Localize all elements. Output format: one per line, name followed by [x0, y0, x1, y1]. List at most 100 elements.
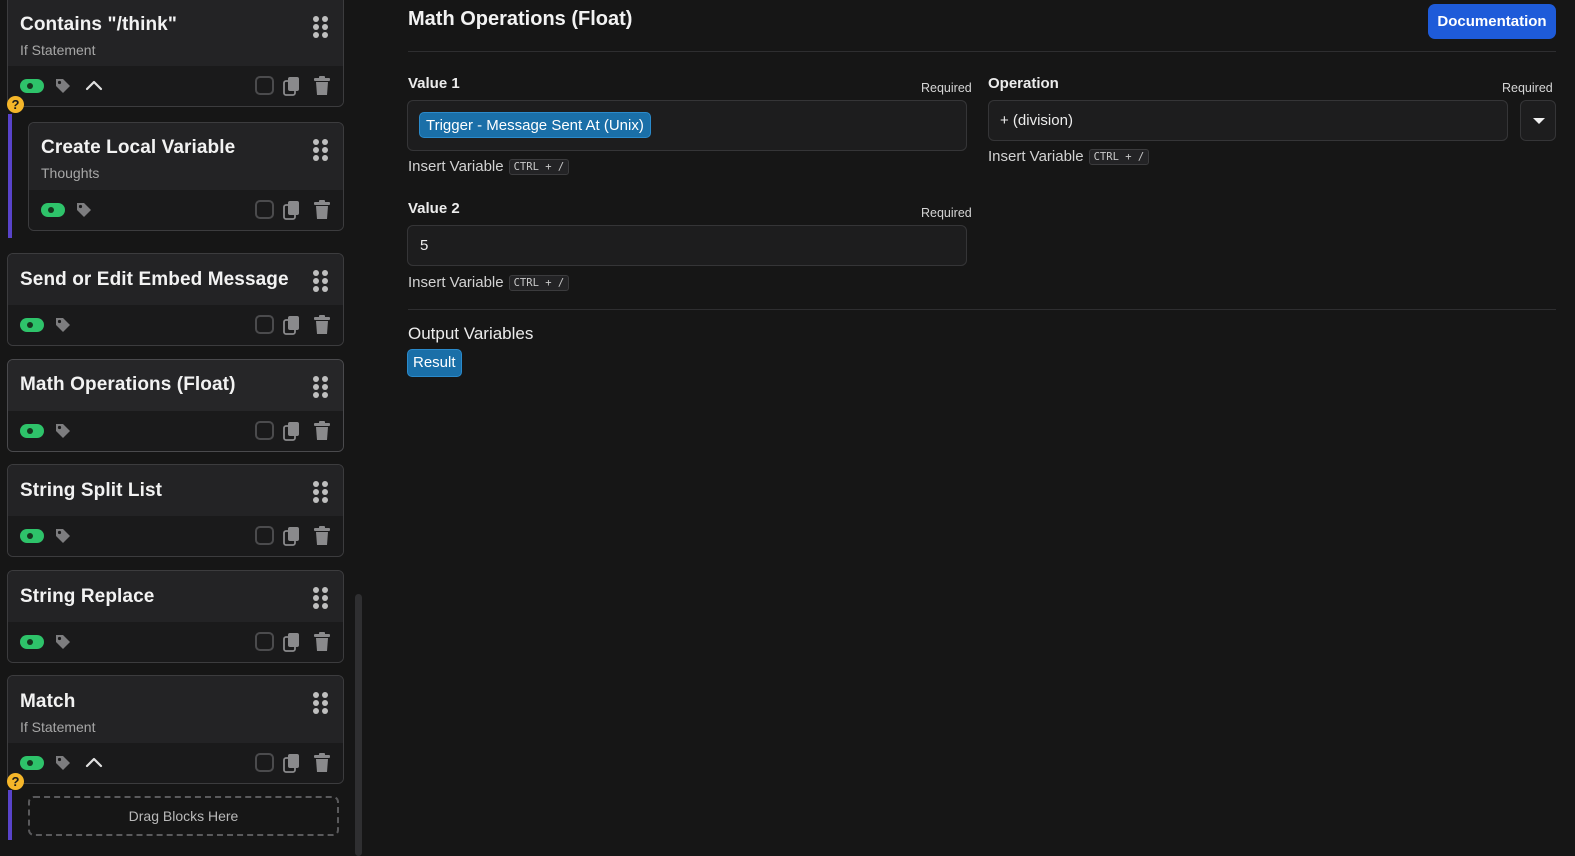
- copy-icon[interactable]: [283, 421, 301, 441]
- select-checkbox[interactable]: [255, 76, 274, 95]
- tag-icon[interactable]: [75, 201, 93, 219]
- divider: [408, 309, 1556, 310]
- page-title: Math Operations (Float): [408, 8, 633, 30]
- tag-icon[interactable]: [54, 422, 72, 440]
- value2-input[interactable]: 5: [407, 225, 967, 266]
- select-checkbox[interactable]: [255, 753, 274, 772]
- output-variables-title: Output Variables: [408, 324, 534, 343]
- enable-toggle[interactable]: [20, 318, 44, 332]
- copy-icon[interactable]: [283, 753, 301, 773]
- insert-variable-label: Insert Variable: [408, 274, 504, 291]
- block-title: String Split List: [20, 480, 163, 501]
- sidebar-scrollbar[interactable]: [355, 594, 362, 856]
- block-title: Send or Edit Embed Message: [20, 269, 289, 290]
- chevron-down-icon[interactable]: [1520, 100, 1556, 141]
- block-subtitle: Thoughts: [41, 165, 100, 181]
- enable-toggle[interactable]: [20, 635, 44, 649]
- value1-label: Value 1: [408, 75, 460, 92]
- chevron-up-icon[interactable]: [84, 753, 104, 771]
- enable-toggle[interactable]: [20, 529, 44, 543]
- select-checkbox[interactable]: [255, 632, 274, 651]
- block-string-split-list[interactable]: String Split List: [7, 464, 344, 557]
- operation-label: Operation: [988, 75, 1059, 92]
- trash-icon[interactable]: [313, 632, 331, 652]
- shortcut-badge: CTRL + /: [508, 158, 570, 175]
- operation-value: + (division): [1000, 112, 1073, 129]
- shortcut-badge: CTRL + /: [508, 274, 570, 291]
- value2-required: Required: [921, 206, 972, 220]
- block-send-embed-message[interactable]: Send or Edit Embed Message: [7, 253, 344, 346]
- divider: [408, 51, 1556, 52]
- select-checkbox[interactable]: [255, 421, 274, 440]
- block-title: String Replace: [20, 586, 155, 607]
- block-toolbar: [8, 411, 343, 451]
- block-title: Create Local Variable: [41, 137, 236, 158]
- block-subtitle: If Statement: [20, 719, 96, 735]
- output-variable-chip[interactable]: Result: [407, 349, 462, 377]
- value2-label: Value 2: [408, 200, 460, 217]
- nest-line: [8, 790, 12, 840]
- block-math-operations[interactable]: Math Operations (Float): [7, 359, 344, 452]
- tag-icon[interactable]: [54, 316, 72, 334]
- drop-zone[interactable]: Drag Blocks Here: [28, 796, 339, 836]
- enable-toggle[interactable]: [20, 79, 44, 93]
- block-toolbar: [8, 66, 343, 106]
- chevron-up-icon[interactable]: [84, 76, 104, 94]
- block-title: Match: [20, 691, 76, 712]
- enable-toggle[interactable]: [20, 756, 44, 770]
- trash-icon[interactable]: [313, 315, 331, 335]
- documentation-button[interactable]: Documentation: [1428, 4, 1556, 39]
- trash-icon[interactable]: [313, 421, 331, 441]
- trash-icon[interactable]: [313, 526, 331, 546]
- select-checkbox[interactable]: [255, 315, 274, 334]
- drag-handle-icon[interactable]: [313, 376, 329, 398]
- help-icon[interactable]: ?: [7, 96, 24, 113]
- drag-handle-icon[interactable]: [313, 16, 329, 38]
- drag-handle-icon[interactable]: [313, 270, 329, 292]
- block-contains-think[interactable]: Contains "/think" If Statement: [7, 0, 344, 107]
- block-toolbar: [8, 305, 343, 345]
- drag-handle-icon[interactable]: [313, 139, 329, 161]
- trash-icon[interactable]: [313, 76, 331, 96]
- help-icon[interactable]: ?: [7, 773, 24, 790]
- drag-handle-icon[interactable]: [313, 587, 329, 609]
- block-string-replace[interactable]: String Replace: [7, 570, 344, 663]
- shortcut-badge: CTRL + /: [1088, 148, 1150, 165]
- trash-icon[interactable]: [313, 200, 331, 220]
- block-title: Contains "/think": [20, 14, 177, 35]
- block-title: Math Operations (Float): [20, 374, 236, 395]
- select-checkbox[interactable]: [255, 200, 274, 219]
- insert-variable-label: Insert Variable: [988, 148, 1084, 165]
- value1-required: Required: [921, 81, 972, 95]
- copy-icon[interactable]: [283, 76, 301, 96]
- copy-icon[interactable]: [283, 632, 301, 652]
- value2-value: 5: [420, 237, 429, 254]
- block-subtitle: If Statement: [20, 42, 96, 58]
- drag-handle-icon[interactable]: [313, 692, 329, 714]
- block-create-local-variable[interactable]: Create Local Variable Thoughts: [28, 122, 344, 231]
- operation-insert-variable[interactable]: Insert Variable CTRL + /: [988, 148, 1150, 165]
- tag-icon[interactable]: [54, 77, 72, 95]
- block-toolbar: [8, 516, 343, 556]
- block-toolbar: [29, 190, 343, 230]
- operation-required: Required: [1502, 81, 1553, 95]
- tag-icon[interactable]: [54, 527, 72, 545]
- copy-icon[interactable]: [283, 315, 301, 335]
- insert-variable-label: Insert Variable: [408, 158, 504, 175]
- drag-handle-icon[interactable]: [313, 481, 329, 503]
- block-match[interactable]: Match If Statement: [7, 675, 344, 784]
- enable-toggle[interactable]: [20, 424, 44, 438]
- enable-toggle[interactable]: [41, 203, 65, 217]
- variable-chip[interactable]: Trigger - Message Sent At (Unix): [419, 112, 651, 138]
- tag-icon[interactable]: [54, 633, 72, 651]
- copy-icon[interactable]: [283, 526, 301, 546]
- value1-insert-variable[interactable]: Insert Variable CTRL + /: [408, 158, 570, 175]
- tag-icon[interactable]: [54, 754, 72, 772]
- operation-select[interactable]: + (division): [988, 100, 1508, 141]
- value2-insert-variable[interactable]: Insert Variable CTRL + /: [408, 274, 570, 291]
- copy-icon[interactable]: [283, 200, 301, 220]
- nest-line: [8, 114, 12, 238]
- select-checkbox[interactable]: [255, 526, 274, 545]
- trash-icon[interactable]: [313, 753, 331, 773]
- value1-input[interactable]: Trigger - Message Sent At (Unix): [407, 100, 967, 151]
